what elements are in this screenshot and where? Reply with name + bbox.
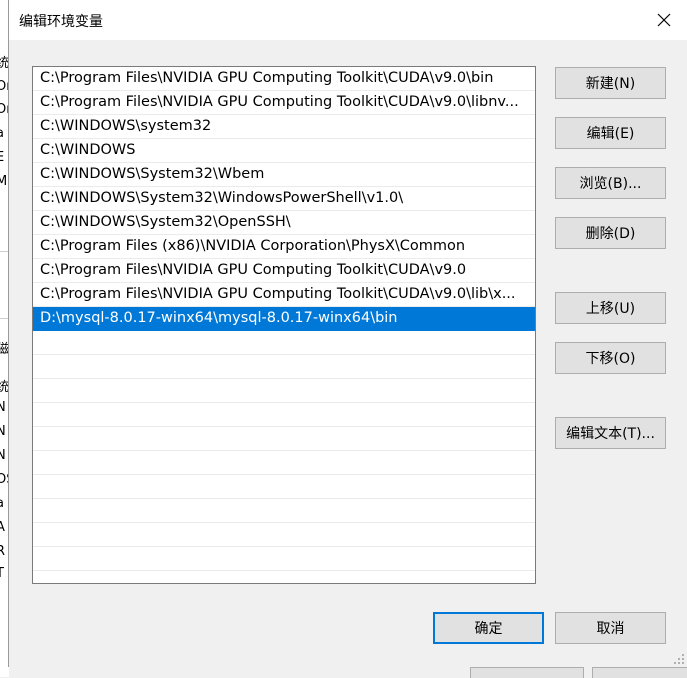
close-button[interactable]	[647, 4, 681, 36]
path-list-item[interactable]: C:\WINDOWS\System32\Wbem	[33, 163, 535, 187]
edit-text-button[interactable]: 编辑文本(T)...	[555, 417, 666, 449]
move-up-button[interactable]: 上移(U)	[555, 292, 666, 324]
path-list-item[interactable]: C:\WINDOWS\System32\OpenSSH\	[33, 211, 535, 235]
edit-env-var-dialog: 编辑环境变量 C:\Program Files\NVIDIA GPU Compu…	[8, 0, 687, 667]
path-list-item[interactable]: C:\Program Files\NVIDIA GPU Computing To…	[33, 259, 535, 283]
background-text-fragment: A	[0, 520, 5, 535]
move-down-button[interactable]: 下移(O)	[555, 342, 666, 374]
empty-list-row[interactable]	[33, 451, 535, 475]
background-button	[592, 667, 687, 678]
path-list-item[interactable]: C:\WINDOWS\system32	[33, 115, 535, 139]
background-text-fragment: N	[0, 400, 6, 415]
path-list-item[interactable]: C:\Program Files\NVIDIA GPU Computing To…	[33, 91, 535, 115]
empty-list-row[interactable]	[33, 475, 535, 499]
empty-list-row[interactable]	[33, 523, 535, 547]
ok-button[interactable]: 确定	[433, 612, 544, 644]
empty-list-row[interactable]	[33, 403, 535, 427]
path-list-item[interactable]: C:\WINDOWS	[33, 139, 535, 163]
background-text-fragment: a	[0, 496, 4, 511]
background-text-fragment: M	[0, 174, 8, 189]
path-list-item[interactable]: C:\Program Files\NVIDIA GPU Computing To…	[33, 283, 535, 307]
resize-grip-icon[interactable]	[673, 653, 685, 665]
background-text-fragment: N	[0, 424, 6, 439]
path-list-item[interactable]: C:\Program Files\NVIDIA GPU Computing To…	[33, 67, 535, 91]
path-list-item[interactable]: D:\mysql-8.0.17-winx64\mysql-8.0.17-winx…	[33, 307, 535, 331]
window-title: 编辑环境变量	[19, 14, 103, 30]
background-text-fragment: a	[0, 126, 4, 141]
path-list-item[interactable]: C:\WINDOWS\System32\WindowsPowerShell\v1…	[33, 187, 535, 211]
empty-list-row[interactable]	[33, 427, 535, 451]
cancel-button[interactable]: 取消	[555, 612, 666, 644]
background-button	[470, 667, 584, 678]
background-text-fragment: T	[0, 566, 4, 581]
empty-list-row[interactable]	[33, 547, 535, 571]
close-icon	[657, 13, 671, 27]
browse-button[interactable]: 浏览(B)...	[555, 167, 666, 199]
background-text-fragment: E	[0, 150, 5, 165]
edit-button[interactable]: 编辑(E)	[555, 117, 666, 149]
empty-list-row[interactable]	[33, 499, 535, 523]
path-list-item[interactable]: C:\Program Files (x86)\NVIDIA Corporatio…	[33, 235, 535, 259]
empty-list-row[interactable]	[33, 355, 535, 379]
delete-button[interactable]: 删除(D)	[555, 217, 666, 249]
empty-list-row[interactable]	[33, 379, 535, 403]
new-button[interactable]: 新建(N)	[555, 67, 666, 99]
empty-list-row[interactable]	[33, 331, 535, 355]
title-bar: 编辑环境变量	[9, 0, 687, 40]
background-text-fragment: N	[0, 448, 6, 463]
background-text-fragment: R	[0, 544, 6, 559]
path-list[interactable]: C:\Program Files\NVIDIA GPU Computing To…	[32, 66, 536, 584]
